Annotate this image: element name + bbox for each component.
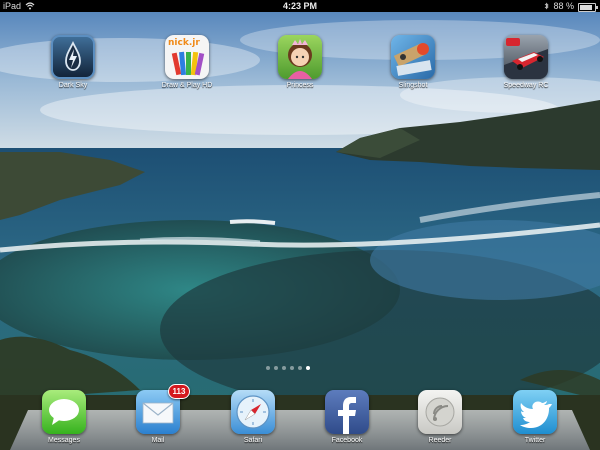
app-label: Dark Sky xyxy=(58,82,88,89)
status-right: 88 % xyxy=(544,0,598,12)
app-label: Draw & Play HD xyxy=(161,82,213,89)
app-label: Mail xyxy=(151,437,165,444)
app-label: Reeder xyxy=(428,437,452,444)
dock-app-messages[interactable]: Messages xyxy=(24,390,104,444)
app-speedway-rc[interactable]: Speedway RC xyxy=(486,35,566,89)
safari-icon xyxy=(231,390,275,434)
status-bar: iPad 4:23 PM 88 % xyxy=(0,0,600,12)
dock-app-safari[interactable]: Safari xyxy=(213,390,293,444)
battery-fill xyxy=(580,4,593,10)
battery-icon xyxy=(578,2,598,12)
page-indicator[interactable] xyxy=(266,366,310,370)
app-label: Safari xyxy=(243,437,263,444)
speedway-rc-icon xyxy=(504,35,548,79)
app-label: Twitter xyxy=(524,437,546,444)
slingshot-icon xyxy=(391,35,435,79)
dark-sky-icon xyxy=(51,35,95,79)
page-dot xyxy=(274,366,278,370)
mail-badge: 113 xyxy=(168,384,190,399)
app-label: Slingshot xyxy=(398,82,428,89)
app-dark-sky[interactable]: Dark Sky xyxy=(33,35,113,89)
page-dot xyxy=(266,366,270,370)
facebook-icon xyxy=(325,390,369,434)
nick-jr-draw-icon: nick.jr xyxy=(165,35,209,79)
page-dot-active xyxy=(306,366,310,370)
page-dot xyxy=(298,366,302,370)
dock-app-mail[interactable]: 113 Mail xyxy=(118,384,198,444)
app-label: Speedway RC xyxy=(503,82,549,89)
app-label: Facebook xyxy=(331,437,363,444)
app-label: Messages xyxy=(48,437,80,444)
reeder-icon xyxy=(418,390,462,434)
battery-percent: 88 % xyxy=(553,1,574,11)
messages-icon xyxy=(42,390,86,434)
twitter-icon xyxy=(513,390,557,434)
app-draw-and-play[interactable]: nick.jr Draw & Play HD xyxy=(147,35,227,89)
bluetooth-icon xyxy=(545,2,550,10)
dock-app-twitter[interactable]: Twitter xyxy=(495,390,575,444)
status-time: 4:23 PM xyxy=(282,1,317,11)
princess-icon xyxy=(278,35,322,79)
page-dot xyxy=(290,366,294,370)
app-slingshot[interactable]: Slingshot xyxy=(373,35,453,89)
page-dot xyxy=(282,366,286,370)
dock-app-facebook[interactable]: Facebook xyxy=(307,390,387,444)
app-princess[interactable]: Princess xyxy=(260,35,340,89)
dock: Messages 113 Mail Safari Facebook Reeder… xyxy=(0,378,600,450)
app-label: Princess xyxy=(286,82,314,89)
dock-app-reeder[interactable]: Reeder xyxy=(400,390,480,444)
